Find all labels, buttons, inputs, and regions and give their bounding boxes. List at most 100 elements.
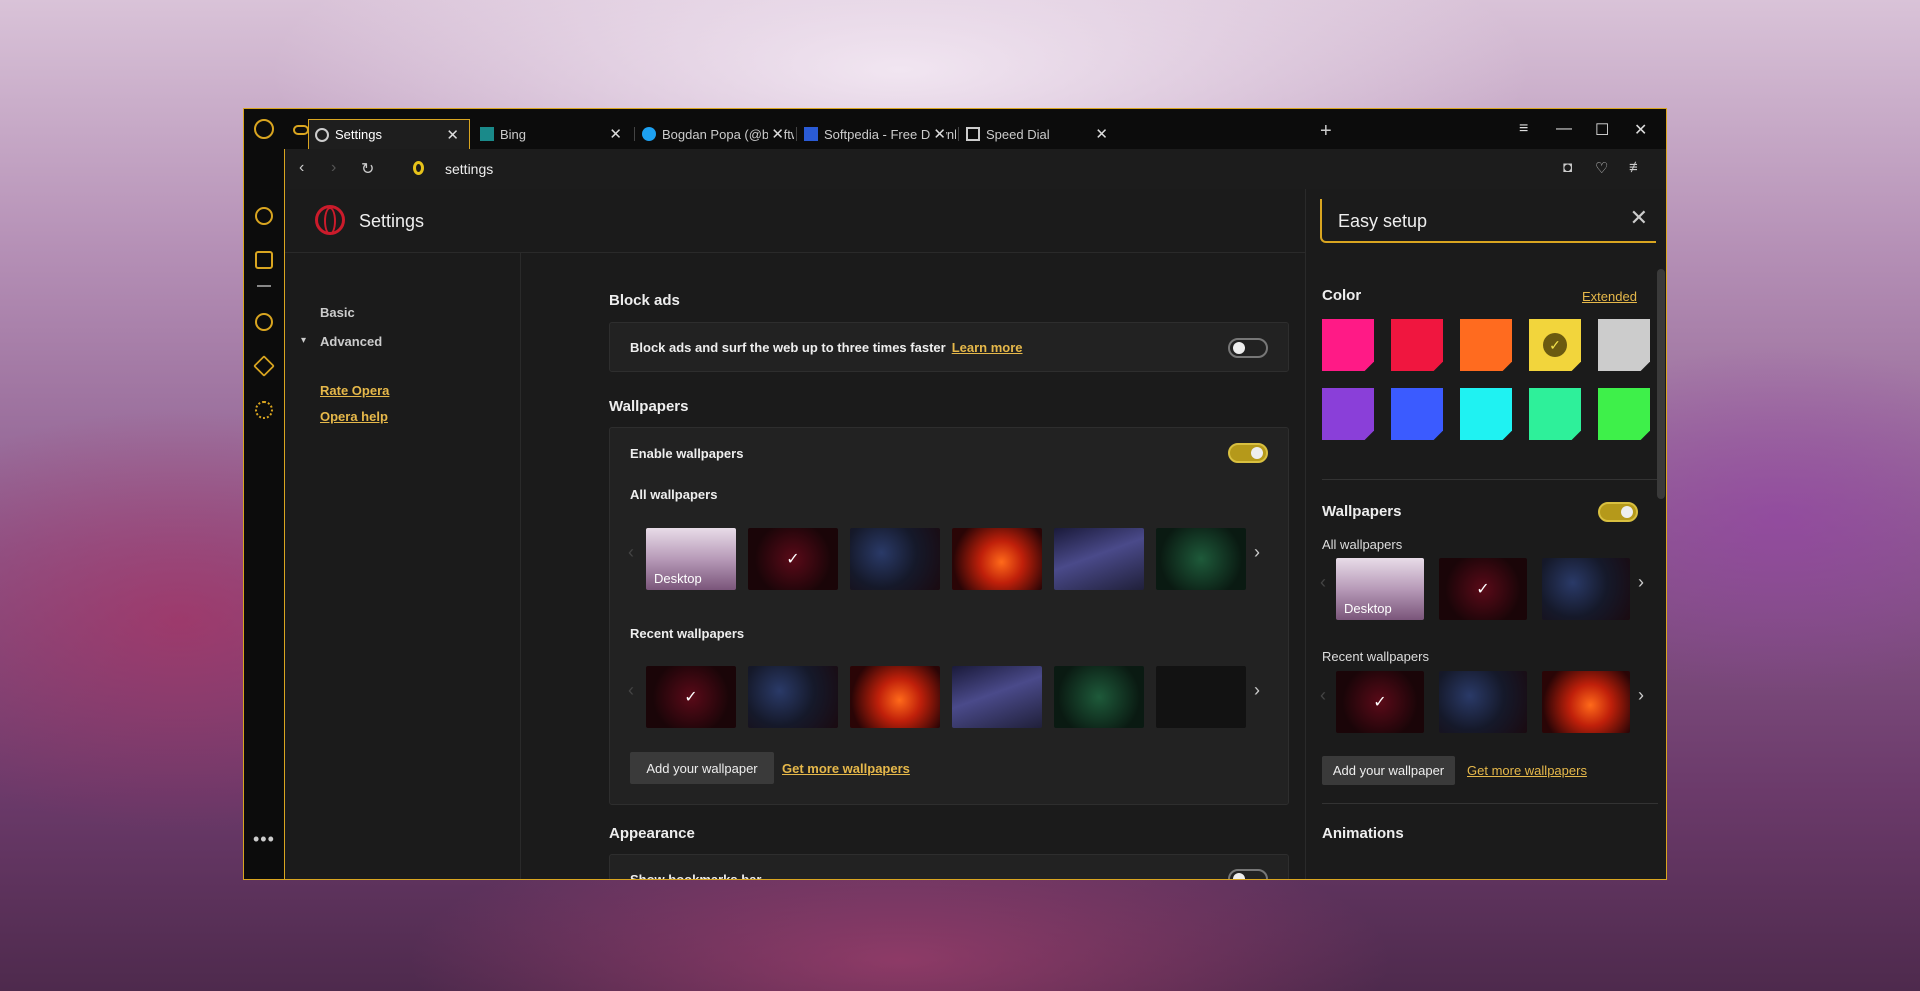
block-ads-title: Block ads — [609, 292, 680, 309]
close-icon[interactable]: ✕ — [1630, 205, 1648, 231]
wallpaper-thumb[interactable] — [748, 666, 838, 728]
tab-bing[interactable]: Bing ✕ — [474, 119, 632, 149]
easy-wallpapers-label: Wallpapers — [1322, 503, 1402, 520]
chevron-left-icon[interactable]: ‹ — [628, 680, 634, 701]
close-icon[interactable]: ✕ — [446, 126, 459, 144]
caret-down-icon: ▾ — [301, 335, 307, 346]
easy-get-more-wallpapers-link[interactable]: Get more wallpapers — [1467, 763, 1587, 778]
tab-bar: Settings ✕ Bing ✕ Bogdan Popa (@bgdftw) … — [244, 109, 1666, 149]
wallpaper-thumb[interactable]: Desktop — [646, 528, 736, 590]
wallpaper-thumb[interactable]: ✓ — [1336, 671, 1424, 733]
wallpaper-thumb[interactable] — [1054, 528, 1144, 590]
easy-setup-icon[interactable]: ≢ — [1629, 159, 1644, 176]
easy-recent-wallpapers-label: Recent wallpapers — [1322, 649, 1429, 664]
twitter-icon — [642, 127, 656, 141]
wallpaper-thumb[interactable]: Desktop — [1336, 558, 1424, 620]
wallpaper-thumb[interactable] — [1542, 671, 1630, 733]
extended-link[interactable]: Extended — [1582, 289, 1637, 304]
chevron-right-icon[interactable]: › — [1254, 680, 1260, 701]
divider — [1322, 479, 1658, 480]
color-swatch[interactable] — [1460, 319, 1512, 371]
page-title: Settings — [359, 211, 425, 231]
color-swatch[interactable] — [1460, 388, 1512, 440]
speed-dial-icon[interactable] — [255, 207, 273, 225]
wallpaper-thumb[interactable] — [952, 528, 1042, 590]
wallpaper-label: Desktop — [654, 571, 702, 586]
appearance-title: Appearance — [609, 825, 695, 842]
bing-icon — [480, 127, 494, 141]
tab-settings[interactable]: Settings ✕ — [308, 119, 470, 149]
forward-button[interactable]: › — [331, 159, 336, 177]
url-field[interactable]: settings — [445, 161, 493, 177]
wallpaper-thumb[interactable]: ✓ — [646, 666, 736, 728]
chevron-left-icon[interactable]: ‹ — [1320, 685, 1326, 706]
rate-opera-link[interactable]: Rate Opera — [320, 383, 389, 398]
nav-advanced[interactable]: Advanced — [320, 334, 382, 349]
tab-speed-dial[interactable]: Speed Dial ✕ — [960, 119, 1118, 149]
tab-softpedia[interactable]: Softpedia - Free Download ✕ — [798, 119, 956, 149]
tab-menu-icon[interactable]: ≡ — [1519, 120, 1528, 138]
nav-basic[interactable]: Basic — [320, 305, 355, 320]
color-swatch[interactable] — [1322, 319, 1374, 371]
close-icon[interactable]: ✕ — [1095, 125, 1108, 143]
history-icon[interactable] — [255, 313, 273, 331]
enable-wallpapers-toggle[interactable] — [1228, 443, 1268, 463]
get-more-wallpapers-link[interactable]: Get more wallpapers — [782, 761, 910, 776]
block-ads-toggle[interactable] — [1228, 338, 1268, 358]
sidebar-divider — [257, 285, 271, 287]
wallpaper-thumb[interactable] — [1156, 666, 1246, 728]
wallpaper-thumb[interactable] — [850, 528, 940, 590]
wallpaper-thumb[interactable]: ✓ — [748, 528, 838, 590]
twitch-icon[interactable] — [255, 251, 273, 269]
check-icon: ✓ — [1373, 694, 1387, 711]
tab-twitter[interactable]: Bogdan Popa (@bgdftw) | T ✕ — [636, 119, 794, 149]
color-swatch[interactable] — [1598, 319, 1650, 371]
new-tab-button[interactable]: + — [1320, 120, 1332, 143]
color-swatch[interactable] — [1529, 388, 1581, 440]
color-swatch[interactable] — [1598, 388, 1650, 440]
easy-add-wallpaper-button[interactable]: Add your wallpaper — [1322, 756, 1455, 785]
bookmarks-bar-toggle[interactable] — [1228, 869, 1268, 879]
color-swatch[interactable] — [1391, 319, 1443, 371]
chevron-left-icon[interactable]: ‹ — [628, 542, 634, 563]
wallpaper-thumb[interactable] — [1156, 528, 1246, 590]
address-bar: ‹ › ↻ settings ◘ ♡ ≢ — [284, 149, 1666, 189]
check-icon: ✓ — [1543, 333, 1567, 357]
color-swatch[interactable]: ✓ — [1529, 319, 1581, 371]
wallpaper-thumb[interactable] — [952, 666, 1042, 728]
wallpaper-thumb[interactable]: ✓ — [1439, 558, 1527, 620]
block-ads-card: Block ads and surf the web up to three t… — [609, 322, 1289, 372]
chevron-left-icon[interactable]: ‹ — [1320, 572, 1326, 593]
snapshot-icon[interactable]: ◘ — [1563, 159, 1572, 176]
wallpaper-thumb[interactable] — [1439, 671, 1527, 733]
heart-icon[interactable]: ♡ — [1595, 159, 1608, 177]
opera-help-link[interactable]: Opera help — [320, 409, 388, 424]
wallpaper-thumb[interactable] — [850, 666, 940, 728]
close-icon[interactable]: ✕ — [609, 125, 622, 143]
reload-button[interactable]: ↻ — [361, 159, 374, 179]
extensions-icon[interactable] — [253, 355, 275, 377]
gx-control-icon[interactable] — [293, 125, 309, 135]
scrollbar[interactable] — [1657, 269, 1665, 499]
chevron-right-icon[interactable]: › — [1254, 542, 1260, 563]
wallpaper-thumb[interactable] — [1542, 558, 1630, 620]
settings-icon[interactable] — [255, 401, 273, 419]
learn-more-link[interactable]: Learn more — [952, 340, 1023, 355]
opera-site-icon — [413, 161, 424, 175]
window-close-button[interactable]: ✕ — [1634, 120, 1647, 140]
close-icon[interactable]: ✕ — [930, 125, 946, 143]
wallpaper-thumb[interactable] — [1054, 666, 1144, 728]
opera-menu-icon[interactable] — [254, 119, 274, 139]
chevron-right-icon[interactable]: › — [1638, 685, 1644, 706]
easy-wallpapers-toggle[interactable] — [1598, 502, 1638, 522]
back-button[interactable]: ‹ — [299, 159, 304, 177]
maximize-button[interactable]: ☐ — [1595, 120, 1609, 140]
tab-label: Bing — [500, 126, 527, 142]
close-icon[interactable]: ✕ — [768, 125, 784, 143]
add-wallpaper-button[interactable]: Add your wallpaper — [630, 752, 774, 784]
color-swatch[interactable] — [1322, 388, 1374, 440]
chevron-right-icon[interactable]: › — [1638, 572, 1644, 593]
more-icon[interactable]: ••• — [253, 829, 275, 850]
color-swatch[interactable] — [1391, 388, 1443, 440]
minimize-button[interactable]: — — [1556, 120, 1572, 138]
